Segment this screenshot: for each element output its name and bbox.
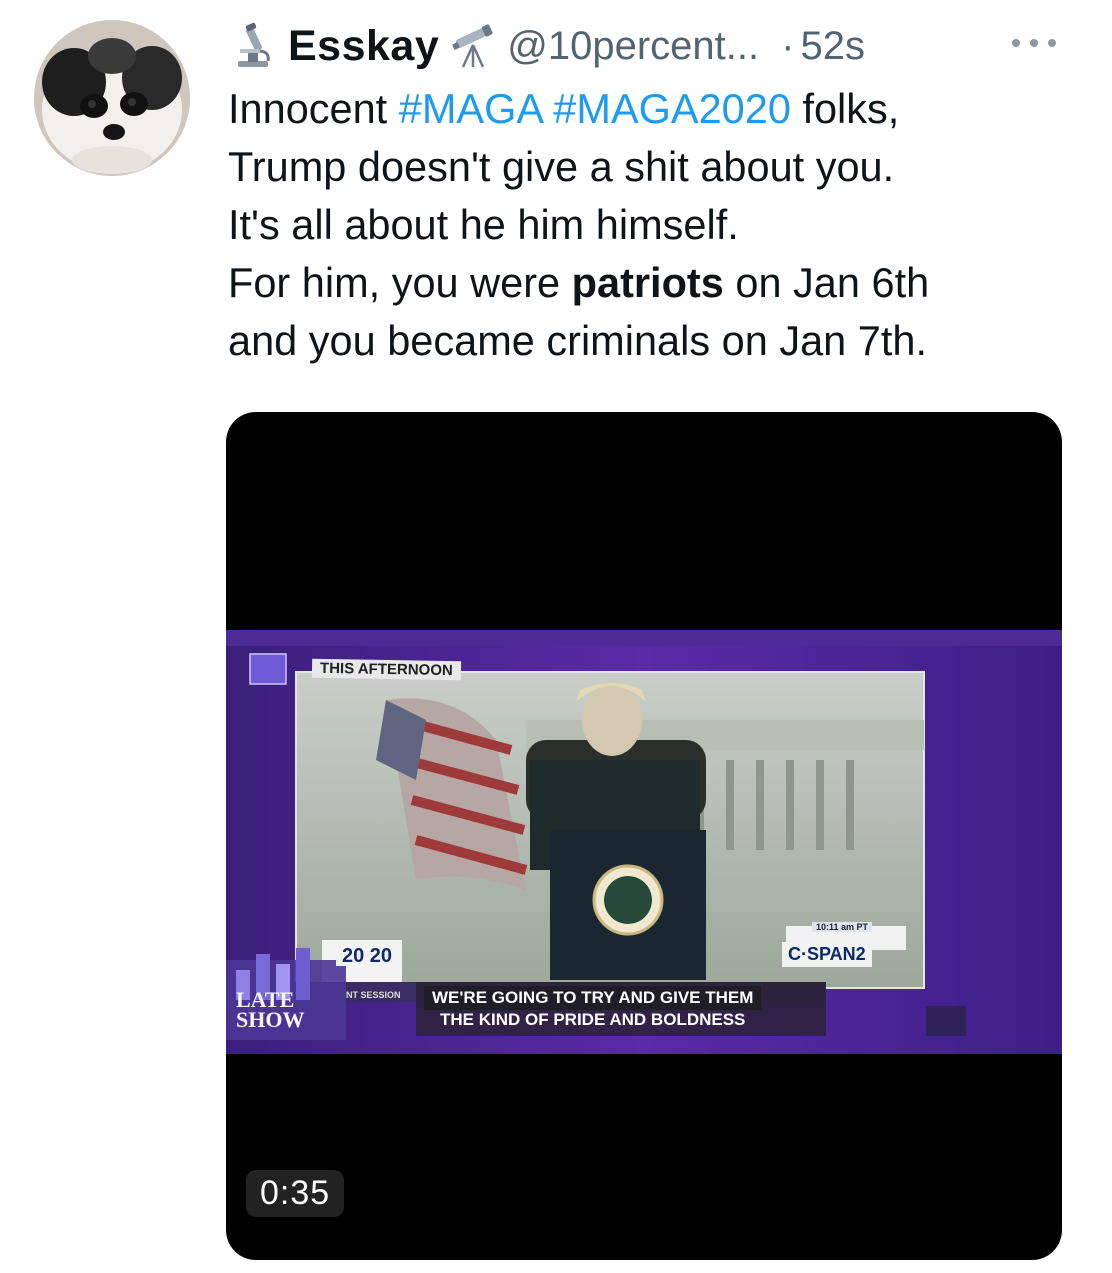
overlay-this-afternoon: THIS AFTERNOON: [311, 658, 461, 681]
text-segment: For him, you were: [228, 259, 572, 306]
video-frame: THIS AFTERNOON 10:11 am PT C·SPAN2 20 20…: [226, 630, 1062, 1054]
text-segment: Innocent: [228, 85, 399, 132]
hashtag-maga[interactable]: #MAGA: [399, 85, 542, 132]
timestamp[interactable]: 52s: [800, 24, 865, 69]
overlay-caption-1: WE'RE GOING TO TRY AND GIVE THEM: [424, 986, 762, 1010]
tweet-line-1: Innocent #MAGA #MAGA2020 folks,: [228, 80, 1078, 138]
tweet-header: Esskay @10percent... · 52s: [228, 18, 865, 74]
text-segment: on Jan 6th: [723, 259, 930, 306]
text-segment: [542, 85, 554, 132]
bold-word: patriots: [571, 259, 724, 306]
microscope-icon: [238, 22, 270, 67]
overlay-2020: 20 20: [336, 946, 399, 966]
separator-dot: ·: [781, 23, 795, 68]
puppy-avatar-image: [34, 20, 190, 176]
more-options-icon[interactable]: [1006, 28, 1062, 58]
tweet-text: Innocent #MAGA #MAGA2020 folks, Trump do…: [228, 80, 1078, 370]
tweet-line-2: Trump doesn't give a shit about you.: [228, 143, 895, 190]
user-handle[interactable]: @10percent...: [507, 24, 759, 69]
hashtag-maga2020[interactable]: #MAGA2020: [553, 85, 791, 132]
display-name[interactable]: Esskay: [288, 22, 439, 71]
show-text: SHOW: [236, 1007, 305, 1032]
tweet[interactable]: Esskay @10percent... · 52s Innocent #MAG…: [0, 0, 1112, 1273]
overlay-late-show: LATE SHOW: [236, 989, 305, 1032]
overlay-clock: 10:11 am PT: [812, 922, 873, 932]
video-player[interactable]: THIS AFTERNOON 10:11 am PT C·SPAN2 20 20…: [226, 412, 1062, 1260]
tweet-line-4: For him, you were patriots on Jan 6th: [228, 254, 1078, 312]
overlay-cspan: C·SPAN2: [782, 942, 872, 967]
overlay-caption-2: THE KIND OF PRIDE AND BOLDNESS: [440, 1010, 746, 1029]
overlay-session: NT SESSION: [346, 990, 401, 1000]
tweet-line-3: It's all about he him himself.: [228, 201, 739, 248]
tweet-line-5: and you became criminals on Jan 7th.: [228, 317, 927, 364]
avatar[interactable]: [34, 20, 190, 176]
telescope-icon: [452, 24, 493, 68]
video-duration: 0:35: [246, 1170, 345, 1217]
text-segment: folks,: [790, 85, 900, 132]
